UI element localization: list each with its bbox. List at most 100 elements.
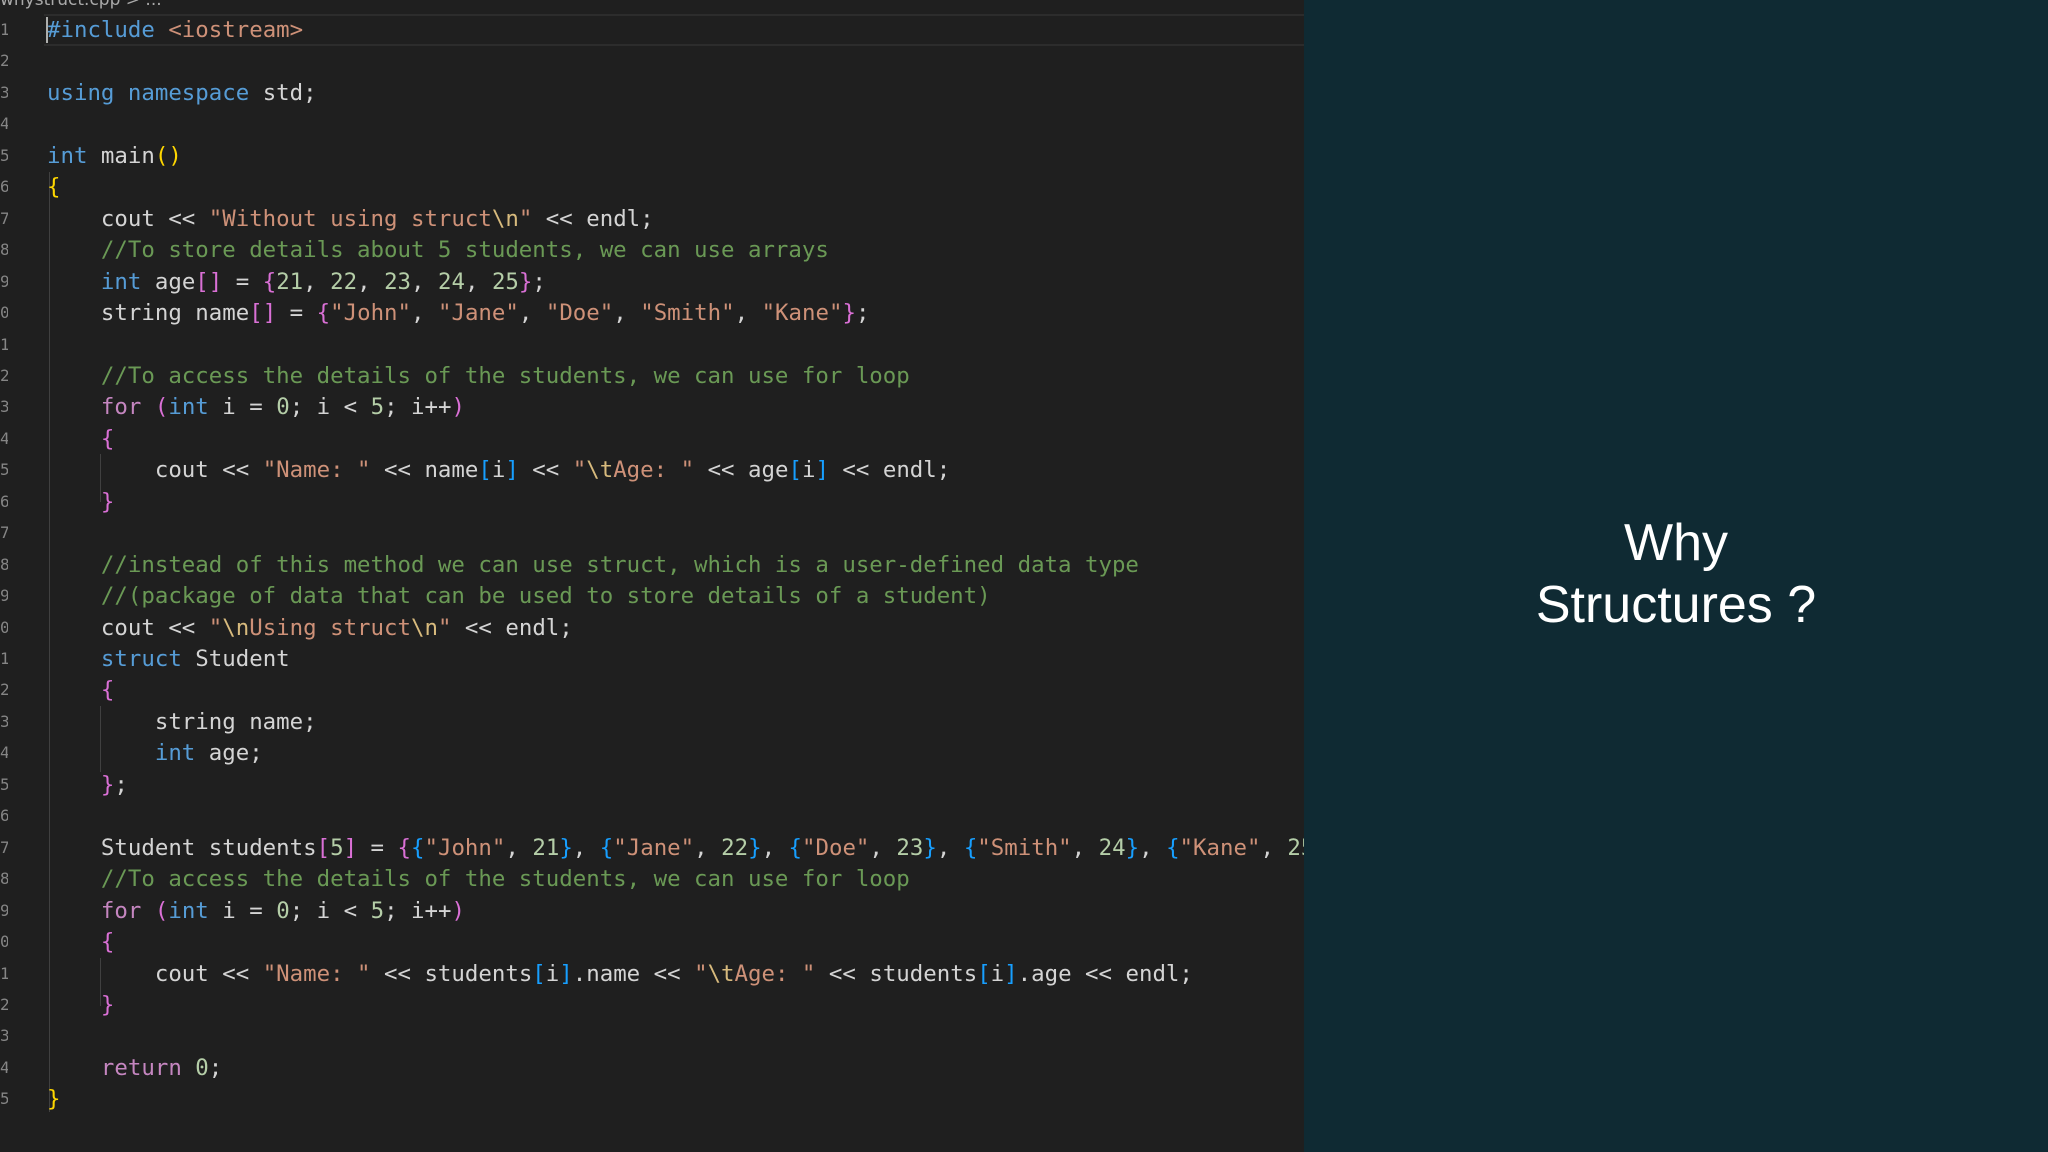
code-token: i xyxy=(801,457,816,484)
line-number: 2 xyxy=(0,365,8,385)
code-token: cout << xyxy=(47,960,263,987)
line-number: 5 xyxy=(0,774,8,794)
code-token: ; i++ xyxy=(384,394,452,421)
breadcrumb[interactable]: whystruct.cpp > ... xyxy=(0,0,162,10)
code-token: ( xyxy=(154,897,169,924)
line-number: 5 xyxy=(0,145,8,165)
code-token: [ xyxy=(532,960,546,987)
code-token: "Smith" xyxy=(977,834,1072,861)
code-token: "Jane" xyxy=(437,300,519,327)
code-token: , xyxy=(1260,834,1288,861)
code-token: "Without using struct xyxy=(208,205,492,232)
code-line[interactable]: int main() xyxy=(47,140,182,172)
line-number: 7 xyxy=(0,208,8,228)
code-line[interactable]: }; xyxy=(47,769,128,801)
code-line[interactable]: cout << "Name: " << name[i] << "\tAge: "… xyxy=(47,454,950,486)
code-token: "Smith" xyxy=(640,300,735,327)
code-line[interactable]: Student students[5] = {{"John", 21}, {"J… xyxy=(47,832,1304,864)
code-line[interactable]: { xyxy=(47,171,60,203)
code-line[interactable]: //(package of data that can be used to s… xyxy=(47,580,991,612)
code-line[interactable]: return 0; xyxy=(47,1052,222,1084)
code-token: 5 xyxy=(330,834,344,861)
code-line[interactable]: //instead of this method we can use stru… xyxy=(47,549,1139,581)
line-number: 3 xyxy=(0,711,8,731)
code-token: main xyxy=(87,142,155,169)
code-line[interactable]: string name[] = {"John", "Jane", "Doe", … xyxy=(47,297,870,329)
line-number: 8 xyxy=(0,869,8,889)
line-number: 2 xyxy=(0,51,8,71)
code-token: { xyxy=(599,834,614,861)
code-line[interactable]: int age[] = {21, 22, 23, 24, 25}; xyxy=(47,266,546,298)
code-editor[interactable]: whystruct.cpp > ... 12345678901234567890… xyxy=(0,0,1304,1152)
line-number-gutter: 1 2 3 4 5 6 7 8 9 0 1 2 3 4 5 6 7 8 9 0 1 2 3 4 5 6 7 8 9 0 1 2 3 4 5 xyxy=(0,0,14,1152)
code-line[interactable]: { xyxy=(47,423,114,455)
code-line[interactable]: { xyxy=(47,926,114,958)
code-line[interactable]: for (int i = 0; i < 5; i++) xyxy=(47,391,465,423)
code-token: "Doe" xyxy=(545,300,614,327)
code-token: age xyxy=(141,268,196,295)
code-line[interactable]: string name; xyxy=(47,706,317,738)
code-token: ] xyxy=(815,457,829,484)
code-line[interactable]: using namespace std; xyxy=(47,77,317,109)
code-token: , xyxy=(411,268,439,295)
code-line[interactable]: cout << "\nUsing struct\n" << endl; xyxy=(47,612,573,644)
code-line[interactable]: int age; xyxy=(47,737,263,769)
code-token: = xyxy=(276,300,317,327)
code-token: ; i++ xyxy=(384,897,452,924)
code-token: \t xyxy=(586,457,614,484)
code-token: int xyxy=(168,394,209,421)
code-line[interactable]: } xyxy=(47,486,114,518)
code-token: i = xyxy=(208,394,277,421)
code-token: = xyxy=(357,834,398,861)
code-line[interactable]: //To access the details of the students,… xyxy=(47,360,910,392)
code-line[interactable]: cout << "Name: " << students[i].name << … xyxy=(47,958,1193,990)
code-token: , xyxy=(1139,834,1167,861)
code-token: << students xyxy=(815,960,978,987)
code-line[interactable]: cout << "Without using struct\n" << endl… xyxy=(47,203,654,235)
code-line[interactable]: } xyxy=(47,989,114,1021)
text-cursor xyxy=(46,17,48,43)
code-line[interactable]: //To access the details of the students,… xyxy=(47,863,910,895)
code-line[interactable]: struct Student xyxy=(47,643,290,675)
code-token: int xyxy=(47,142,88,169)
code-token: //To access the details of the students,… xyxy=(100,866,910,893)
code-line[interactable]: } xyxy=(47,1083,60,1115)
slide-panel: Why Structures ? xyxy=(1304,0,2048,1152)
code-token: struct xyxy=(100,646,182,672)
line-number: 3 xyxy=(0,82,8,102)
line-number: 4 xyxy=(0,743,8,763)
code-line[interactable]: //To store details about 5 students, we … xyxy=(47,234,829,266)
code-token: } xyxy=(518,268,533,295)
code-token: Using struct xyxy=(249,614,411,641)
code-line[interactable]: for (int i = 0; i < 5; i++) xyxy=(47,895,465,927)
code-token: .age << endl; xyxy=(1017,960,1193,987)
code-line[interactable]: { xyxy=(47,674,114,706)
code-token: [ xyxy=(478,457,492,484)
line-number: 4 xyxy=(0,428,8,448)
slide-title-line-2: Structures ? xyxy=(1535,576,1817,634)
line-number: 3 xyxy=(0,397,8,417)
code-token: 21 xyxy=(276,268,304,295)
code-token: " xyxy=(437,614,452,641)
code-token: " xyxy=(518,205,533,232)
line-number: 6 xyxy=(0,806,8,826)
line-number: 5 xyxy=(0,1089,8,1109)
code-token: << endl; xyxy=(451,614,573,641)
code-token: << name xyxy=(370,457,479,484)
code-token: ; xyxy=(114,771,128,798)
code-line[interactable]: #include <iostream> xyxy=(47,14,303,46)
code-token: } xyxy=(842,300,856,327)
line-number: 2 xyxy=(0,994,8,1014)
code-token: \n xyxy=(491,205,519,232)
code-token: for xyxy=(100,897,142,924)
